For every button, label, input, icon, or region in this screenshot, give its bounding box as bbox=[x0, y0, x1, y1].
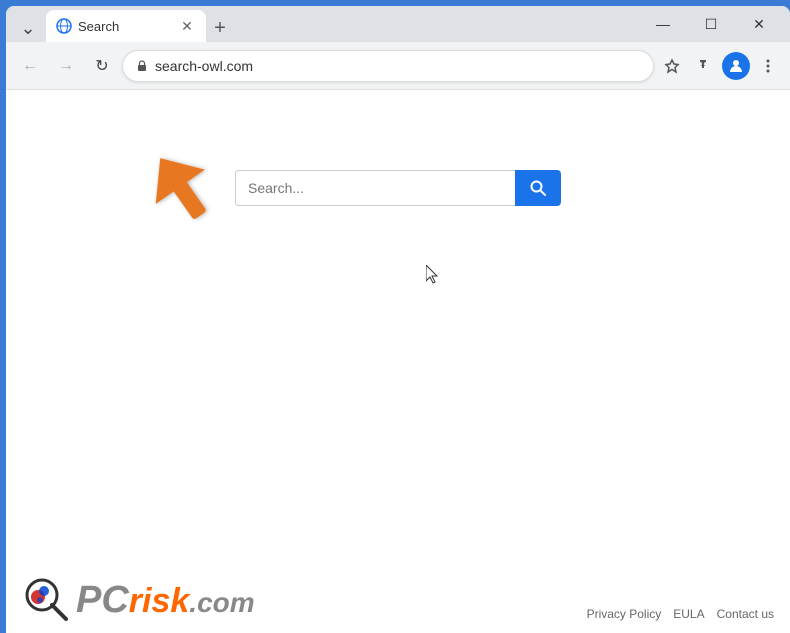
new-tab-button[interactable]: + bbox=[206, 14, 234, 42]
logo-pc-text: PC bbox=[76, 579, 129, 621]
puzzle-icon bbox=[696, 58, 712, 74]
pcrisk-logo-icon bbox=[22, 575, 72, 625]
menu-button[interactable] bbox=[754, 52, 782, 80]
kebab-menu-icon bbox=[760, 58, 776, 74]
extensions-button[interactable] bbox=[690, 52, 718, 80]
tab-favicon-icon bbox=[56, 18, 72, 34]
search-input[interactable] bbox=[235, 170, 515, 206]
page-content: PCrisk.com Privacy Policy EULA Contact u… bbox=[6, 90, 790, 633]
logo-risk-text: risk bbox=[129, 582, 190, 620]
star-icon bbox=[664, 58, 680, 74]
back-button[interactable]: ← bbox=[14, 50, 46, 82]
minimize-button[interactable]: — bbox=[640, 8, 686, 40]
page-footer: PCrisk.com Privacy Policy EULA Contact u… bbox=[6, 567, 790, 633]
reload-button[interactable]: ↻ bbox=[86, 50, 118, 82]
address-bar[interactable] bbox=[122, 50, 654, 82]
maximize-button[interactable]: ☐ bbox=[688, 8, 734, 40]
contact-us-link[interactable]: Contact us bbox=[717, 607, 774, 621]
profile-button[interactable] bbox=[722, 52, 750, 80]
address-bar-area: ← → ↻ bbox=[6, 42, 790, 90]
search-box-container bbox=[235, 170, 561, 206]
mouse-cursor bbox=[426, 265, 442, 285]
title-bar: ⌄ Search ✕ + — ☐ ✕ bbox=[6, 6, 790, 42]
logo-text-container: PCrisk.com bbox=[76, 579, 255, 622]
search-icon bbox=[529, 179, 547, 197]
bookmark-button[interactable] bbox=[658, 52, 686, 80]
forward-button[interactable]: → bbox=[50, 50, 82, 82]
search-submit-button[interactable] bbox=[515, 170, 561, 206]
tab-close-button[interactable]: ✕ bbox=[178, 17, 196, 35]
tab-dropdown-button[interactable]: ⌄ bbox=[14, 14, 42, 42]
security-icon bbox=[135, 59, 149, 73]
tab-list: ⌄ Search ✕ + bbox=[14, 6, 636, 42]
tab-title: Search bbox=[78, 19, 172, 34]
url-input[interactable] bbox=[155, 58, 641, 74]
search-area bbox=[6, 90, 790, 206]
window-controls: — ☐ ✕ bbox=[640, 8, 782, 40]
person-icon bbox=[728, 58, 744, 74]
footer-links: Privacy Policy EULA Contact us bbox=[587, 607, 774, 621]
eula-link[interactable]: EULA bbox=[673, 607, 704, 621]
browser-window: ⌄ Search ✕ + — ☐ ✕ ← → bbox=[6, 6, 790, 633]
close-button[interactable]: ✕ bbox=[736, 8, 782, 40]
address-icons bbox=[658, 52, 782, 80]
privacy-policy-link[interactable]: Privacy Policy bbox=[587, 607, 662, 621]
pcrisk-logo: PCrisk.com bbox=[22, 575, 255, 625]
active-tab[interactable]: Search ✕ bbox=[46, 10, 206, 42]
logo-com-text: .com bbox=[189, 587, 254, 618]
